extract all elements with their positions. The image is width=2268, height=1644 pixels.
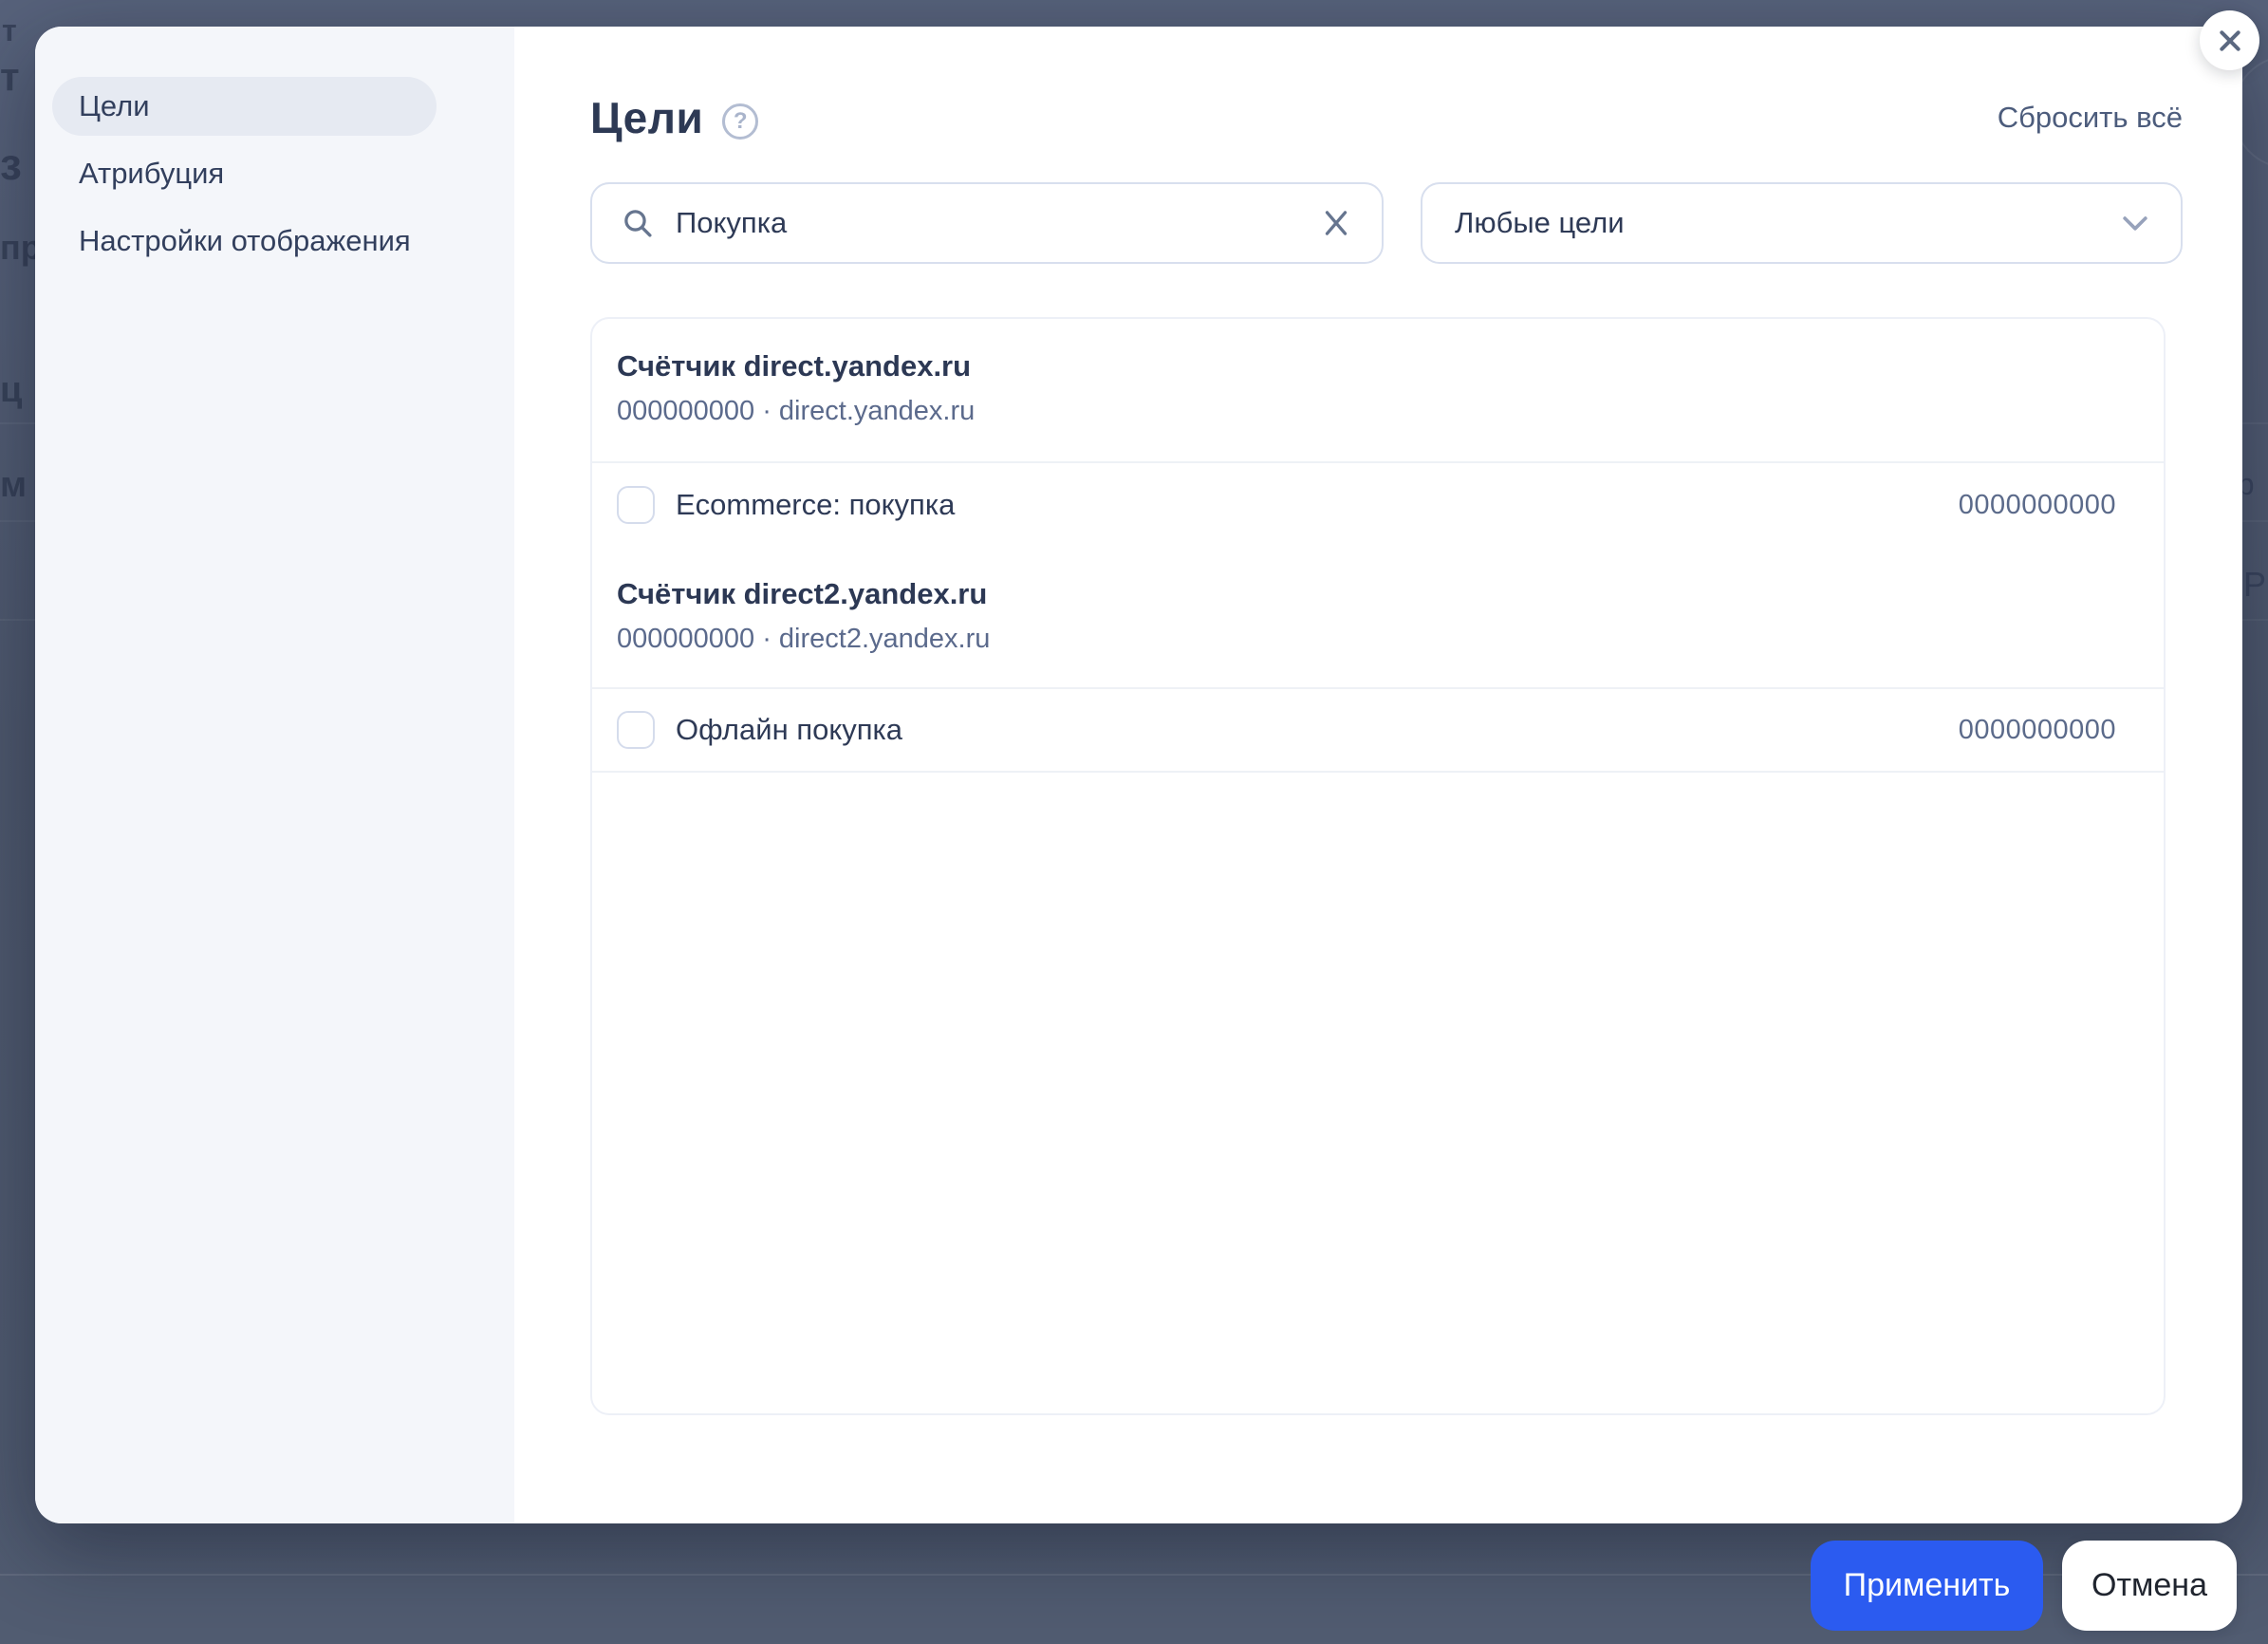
modal-sidebar: Цели Атрибуция Настройки отображения [35, 27, 514, 1523]
goals-list-panel: Счётчик direct.yandex.ru 000000000 · dir… [590, 317, 2166, 1415]
chevron-down-icon [2116, 204, 2154, 242]
goal-checkbox[interactable] [617, 711, 655, 749]
filters-row: Любые цели [590, 182, 2183, 264]
apply-button[interactable]: Применить [1811, 1541, 2043, 1631]
goal-search-box[interactable] [590, 182, 1384, 264]
sidebar-item-label: Настройки отображения [79, 224, 411, 257]
modal-content: Цели ? Сбросить всё Покупка Любые цели С… [514, 27, 2242, 1523]
close-icon [2215, 26, 2245, 56]
goal-type-value: Любые цели [1455, 206, 1625, 239]
search-icon [621, 206, 655, 240]
close-button[interactable] [2200, 10, 2259, 70]
goal-row[interactable]: Офлайн покупка 0000000000 [592, 687, 2164, 773]
goal-search-input[interactable] [674, 205, 1317, 241]
page-title: Цели [590, 93, 704, 142]
sidebar-item-label: Атрибуция [79, 157, 225, 190]
goal-type-dropdown[interactable]: Любые цели [1421, 182, 2183, 264]
goal-label: Офлайн покупка [676, 713, 903, 746]
background-text-fragment: т [0, 54, 20, 99]
counter-title: Счётчик direct.yandex.ru [617, 349, 972, 383]
reset-all-link[interactable]: Сбросить всё [1998, 101, 2183, 135]
sidebar-item-label: Цели [79, 89, 150, 122]
background-text-fragment: м [0, 465, 28, 505]
clear-search-button[interactable] [1317, 204, 1355, 242]
sidebar-item-attribution[interactable]: Атрибуция [52, 144, 437, 203]
counter-group-header: Счётчик direct2.yandex.ru 000000000 · di… [592, 547, 2164, 687]
counter-title: Счётчик direct2.yandex.ru [617, 577, 988, 610]
background-text-fragment: ц [0, 370, 23, 410]
background-text-fragment: т [2, 13, 17, 47]
sidebar-item-display-settings[interactable]: Настройки отображения [52, 212, 437, 271]
help-icon[interactable]: ? [722, 103, 759, 140]
goal-label: Ecommerce: покупка [676, 488, 956, 521]
counter-meta: 000000000 · direct.yandex.ru [617, 396, 976, 426]
screen: т т з пр ц м ер СР Цели Атрибуция Настро… [0, 0, 2268, 1644]
goal-id: 0000000000 [1958, 489, 2116, 520]
sidebar-item-goals[interactable]: Цели [52, 77, 437, 136]
background-text-fragment: з [0, 140, 22, 189]
goals-filter-modal: Цели Атрибуция Настройки отображения Цел… [35, 27, 2242, 1523]
content-header: Цели ? Сбросить всё [590, 84, 2183, 152]
goal-id: 0000000000 [1958, 714, 2116, 745]
counter-meta: 000000000 · direct2.yandex.ru [617, 624, 991, 654]
counter-group-header: Счётчик direct.yandex.ru 000000000 · dir… [592, 319, 2164, 461]
close-icon [1318, 205, 1354, 241]
cancel-button[interactable]: Отмена [2062, 1541, 2237, 1631]
goal-row[interactable]: Ecommerce: покупка 0000000000 [592, 461, 2164, 547]
goal-checkbox[interactable] [617, 486, 655, 524]
